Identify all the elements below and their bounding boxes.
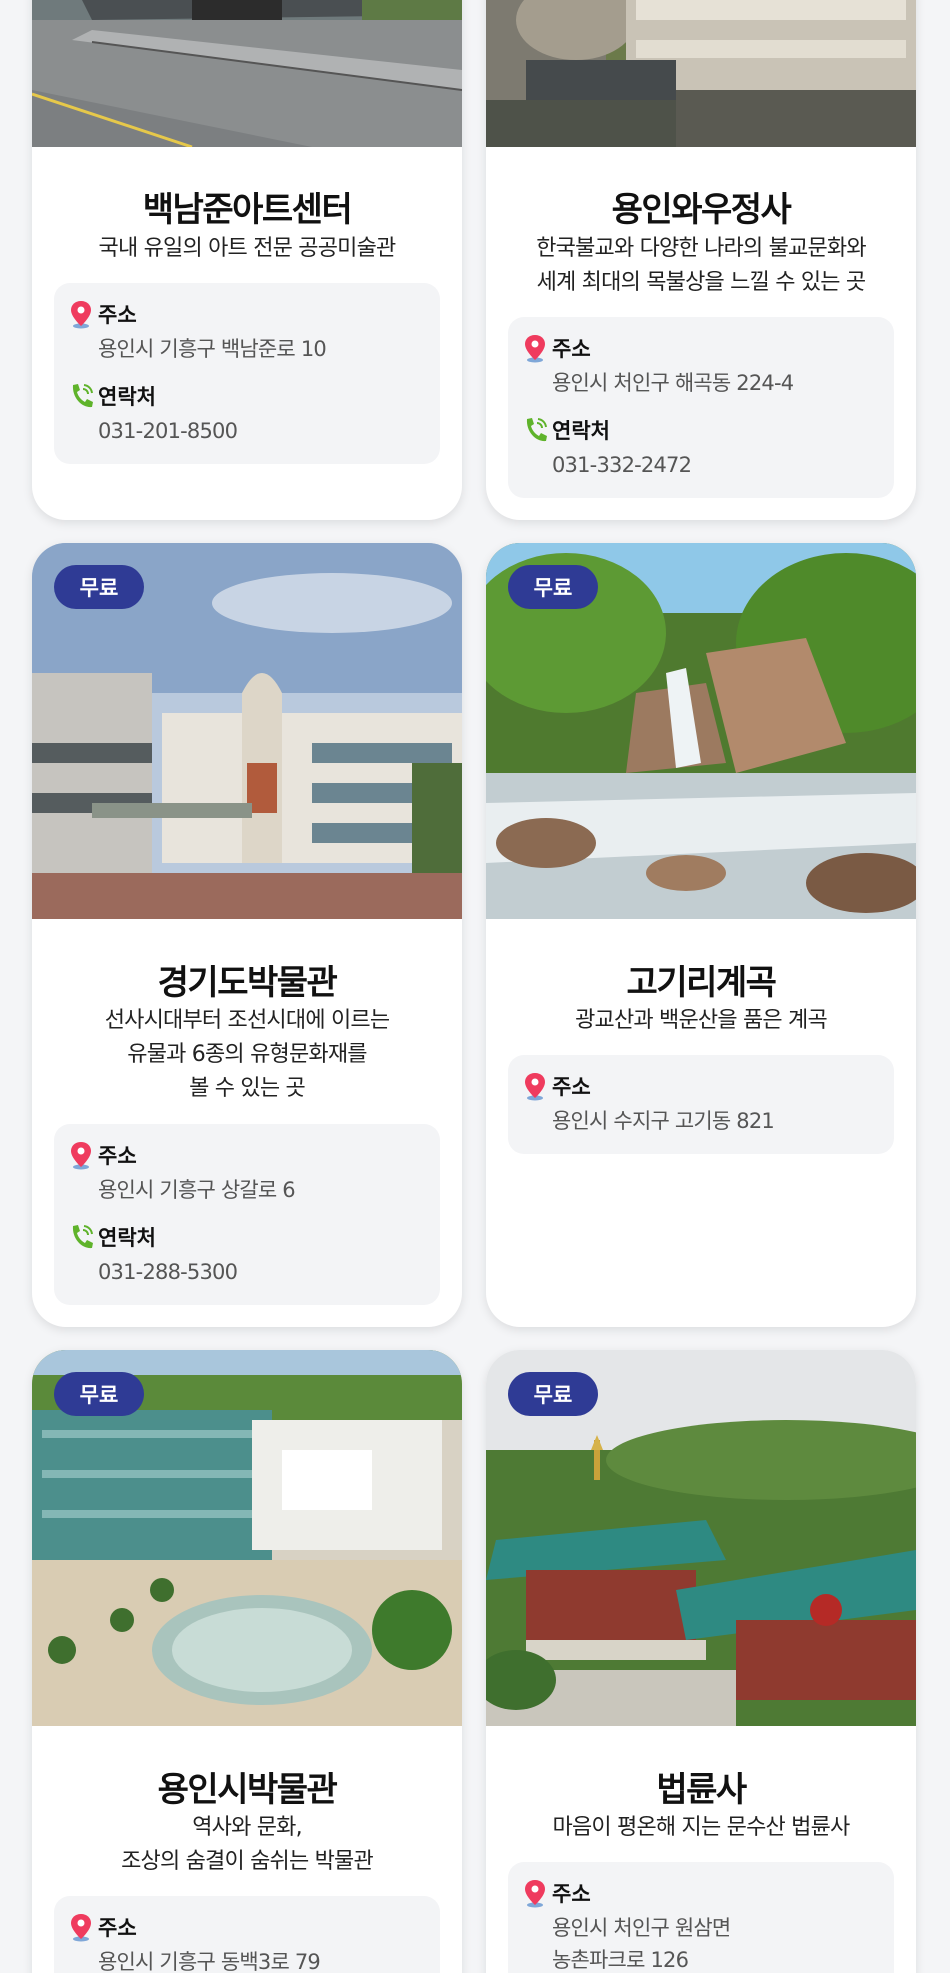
phone-number[interactable]: 031-201-8500 [98,415,238,447]
place-info-box: 주소 용인시 기흥구 동백3로 79 [54,1896,440,1973]
address-label: 주소 [98,303,137,327]
place-description: 광교산과 백운산을 품은 계곡 [575,1008,828,1033]
place-info-box: 주소 용인시 기흥구 상갈로 6 연락처 031-288-5300 [54,1124,440,1305]
place-description: 국내 유일의 아트 전문 공공미술관 [98,236,397,261]
place-card-yongin-museum[interactable]: 무료 용인시박물관 역사와 문화, 조상의 숨결이 숨쉬는 박물관 주소 용인시… [32,1350,462,1973]
address-row: 주소 용인시 수지구 고기동 821 [522,1071,880,1133]
place-title: 고기리계곡 [626,963,777,1003]
place-title: 법륜사 [656,1770,747,1810]
address-value: 용인시 처인구 해곡동 224-4 [552,371,794,395]
address-label: 주소 [552,1882,591,1906]
address-row: 주소 용인시 기흥구 동백3로 79 [68,1912,426,1973]
address-row: 주소 용인시 기흥구 백남준로 10 [68,299,426,361]
address-value: 용인시 기흥구 동백3로 79 [98,1950,321,1973]
phone-number[interactable]: 031-288-5300 [98,1256,238,1288]
phone-number[interactable]: 031-332-2472 [552,449,692,481]
address-value: 용인시 기흥구 백남준로 10 [98,337,327,361]
address-label: 주소 [552,337,591,361]
place-card-beopryunsa-temple[interactable]: 무료 법륜사 마음이 평온해 지는 문수산 법륜사 주소 용인시 처인구 원삼면… [486,1350,916,1973]
place-description: 역사와 문화, 조상의 숨결이 숨쉬는 박물관 [121,1815,374,1874]
address-value: 용인시 처인구 원삼면 농촌파크로 126 [552,1916,731,1972]
contact-label: 연락처 [552,419,610,443]
place-photo [486,0,916,147]
free-badge: 무료 [54,565,144,609]
contact-label: 연락처 [98,1226,156,1250]
contact-label: 연락처 [98,385,156,409]
place-info-box: 주소 용인시 처인구 원삼면 농촌파크로 126 [508,1862,894,1973]
place-title: 용인시박물관 [157,1770,338,1810]
address-label: 주소 [98,1144,137,1168]
place-card-gyeonggi-museum[interactable]: 무료 경기도박물관 선사시대부터 조선시대에 이르는 유물과 6종의 유형문화재… [32,543,462,1327]
free-badge: 무료 [508,565,598,609]
address-row: 주소 용인시 처인구 원삼면 농촌파크로 126 [522,1878,880,1973]
location-pin-icon [525,1073,545,1101]
place-card-gogiri-valley[interactable]: 무료 고기리계곡 광교산과 백운산을 품은 계곡 주소 용인시 수지구 고기동 … [486,543,916,1327]
place-title: 용인와우정사 [611,190,792,230]
place-card-nam-june-paik-art-center[interactable]: 백남준아트센터 국내 유일의 아트 전문 공공미술관 주소 용인시 기흥구 백남… [32,0,462,520]
address-value: 용인시 기흥구 상갈로 6 [98,1178,296,1202]
address-row: 주소 용인시 처인구 해곡동 224-4 [522,333,880,395]
place-info-box: 주소 용인시 처인구 해곡동 224-4 연락처 031-332-2472 [508,317,894,498]
phone-icon [526,418,547,442]
place-info-box: 주소 용인시 수지구 고기동 821 [508,1055,894,1154]
place-description: 한국불교와 다양한 나라의 불교문화와 세계 최대의 목불상을 느낄 수 있는 … [536,236,866,295]
location-pin-icon [525,1880,545,1908]
contact-row: 연락처 031-288-5300 [68,1222,426,1284]
location-pin-icon [71,1914,91,1942]
address-row: 주소 용인시 기흥구 상갈로 6 [68,1140,426,1202]
place-card-wawoo-temple[interactable]: 용인와우정사 한국불교와 다양한 나라의 불교문화와 세계 최대의 목불상을 느… [486,0,916,520]
address-value: 용인시 수지구 고기동 821 [552,1109,775,1133]
contact-row: 연락처 031-201-8500 [68,381,426,443]
place-info-box: 주소 용인시 기흥구 백남준로 10 연락처 031-201-8500 [54,283,440,464]
free-badge: 무료 [54,1372,144,1416]
address-label: 주소 [98,1916,137,1940]
place-photo [32,0,462,147]
address-label: 주소 [552,1075,591,1099]
location-pin-icon [525,335,545,363]
phone-icon [72,1225,93,1249]
place-description: 마음이 평온해 지는 문수산 법륜사 [552,1815,851,1840]
place-title: 경기도박물관 [157,963,338,1003]
location-pin-icon [71,1142,91,1170]
location-pin-icon [71,301,91,329]
place-title: 백남준아트센터 [142,190,353,230]
place-description: 선사시대부터 조선시대에 이르는 유물과 6종의 유형문화재를 볼 수 있는 곳 [104,1008,390,1101]
contact-row: 연락처 031-332-2472 [522,415,880,477]
free-badge: 무료 [508,1372,598,1416]
phone-icon [72,384,93,408]
